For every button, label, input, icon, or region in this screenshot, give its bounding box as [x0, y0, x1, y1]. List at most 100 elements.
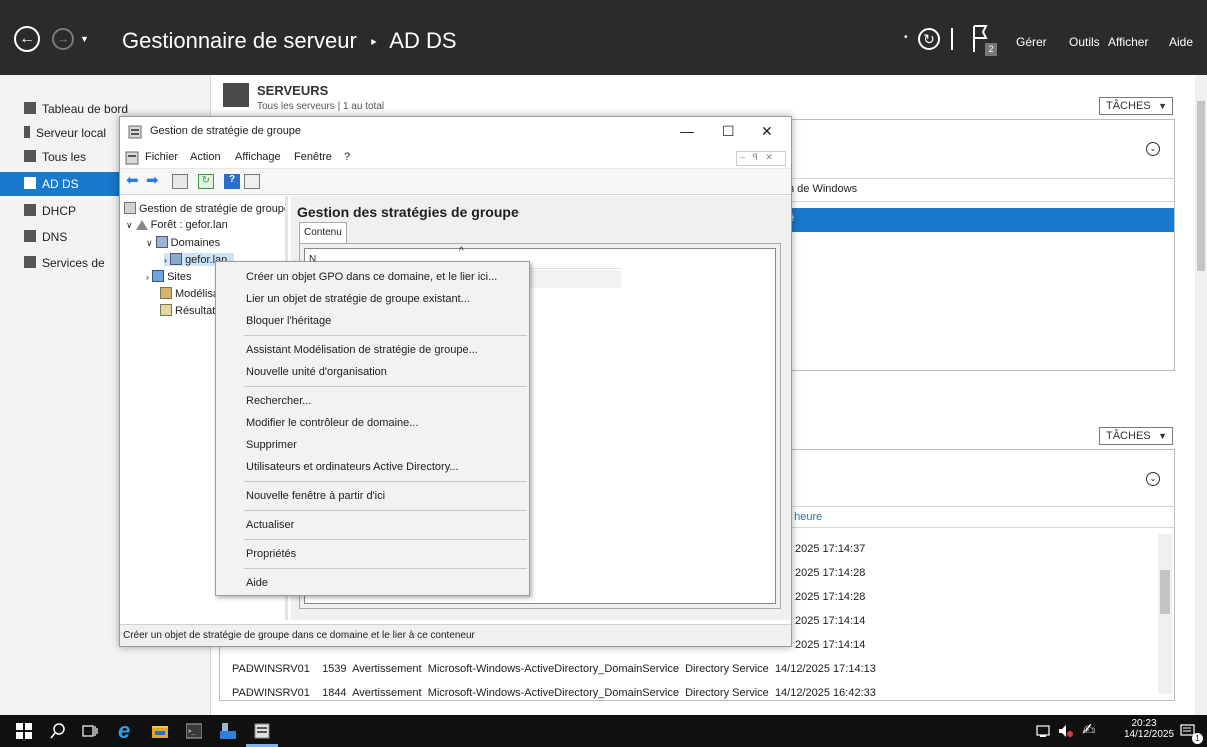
close-icon[interactable]: ✕: [761, 123, 773, 140]
menu-separator: [244, 510, 527, 511]
help-icon[interactable]: ?: [224, 174, 240, 189]
expand-icon[interactable]: ⌄: [1146, 142, 1160, 156]
menu-item-delete[interactable]: Supprimer: [246, 439, 297, 451]
gpmc-taskbar-icon[interactable]: [254, 723, 270, 739]
tree-node-label: Domaines: [170, 237, 221, 249]
scrollbar-thumb[interactable]: [1160, 570, 1170, 614]
tree-node-forest[interactable]: ∨ Forêt : gefor.lan: [126, 219, 228, 231]
tree-node-results[interactable]: Résultats de stratégie de groupe: [160, 304, 220, 317]
event-level: Avertissement: [352, 663, 422, 675]
refresh-icon[interactable]: ↻: [198, 174, 214, 189]
menu-item-refresh[interactable]: Actualiser: [246, 519, 294, 531]
menu-item-new-ou[interactable]: Nouvelle unité d'organisation: [246, 366, 387, 378]
windows-start-icon[interactable]: [16, 723, 32, 739]
menu-affichage[interactable]: Affichage: [235, 151, 281, 163]
table-row[interactable]: PADWINSRV01 1844 Avertissement Microsoft…: [232, 687, 876, 699]
menu-separator: [244, 386, 527, 387]
menu-afficher[interactable]: Afficher: [1108, 35, 1148, 49]
menu-gerer[interactable]: Gérer: [1016, 35, 1047, 49]
maximize-icon[interactable]: ☐: [722, 123, 735, 140]
nav-item-label: DHCP: [42, 204, 77, 218]
menu-separator: [244, 568, 527, 569]
nav-item-all-servers[interactable]: Tous les serveurs: [24, 145, 120, 169]
menu-item-properties[interactable]: Propriétés: [246, 548, 296, 560]
nav-item-label: Tableau de bord: [42, 102, 129, 116]
network-icon[interactable]: [1036, 723, 1052, 739]
file-explorer-icon[interactable]: [152, 723, 168, 739]
minimize-icon[interactable]: —: [680, 123, 694, 139]
servers-section-title: SERVEURS: [257, 83, 329, 98]
menu-separator: [244, 335, 527, 336]
modeling-icon: [160, 287, 172, 299]
menu-item-create-gpo-link[interactable]: Créer un objet GPO dans ce domaine, et l…: [246, 271, 497, 283]
internet-explorer-icon[interactable]: e: [118, 718, 134, 743]
results-icon: [160, 304, 172, 316]
pen-icon[interactable]: ✍: [1082, 720, 1095, 740]
servers-tasks-dropdown[interactable]: TÂCHES ▼: [1099, 97, 1173, 115]
chevron-down-icon: ▼: [1158, 101, 1167, 111]
server-manager-taskbar-icon[interactable]: [220, 723, 236, 739]
events-tasks-dropdown[interactable]: TÂCHES ▼: [1099, 427, 1173, 445]
column-header-fragment[interactable]: t heure: [788, 511, 822, 523]
event-time: 2025 17:14:28: [795, 591, 866, 603]
menu-item-link-existing-gpo[interactable]: Lier un objet de stratégie de groupe exi…: [246, 293, 470, 305]
domains-icon: [155, 236, 168, 248]
notification-badge: 1: [1192, 733, 1203, 744]
notification-count-badge: 2: [985, 43, 997, 56]
tree-node-label: Résultats de stratégie de groupe: [175, 305, 220, 317]
forward-arrow-icon[interactable]: ➡: [146, 173, 162, 189]
refresh-icon[interactable]: ↻: [918, 28, 940, 50]
nav-item-file-services[interactable]: Services de fichiers et de stockage: [24, 251, 119, 275]
gpmc-toolbar: ⬅ ➡ ↻ ?: [120, 169, 791, 195]
tree-node-sites[interactable]: › Sites: [146, 270, 192, 283]
powershell-icon[interactable]: >_: [186, 723, 202, 739]
menu-outils[interactable]: Outils: [1069, 35, 1100, 49]
forest-icon: [135, 220, 148, 230]
chevron-down-icon: ▼: [1158, 431, 1167, 441]
menu-item-help[interactable]: Aide: [246, 577, 268, 589]
gpmc-icon: [124, 202, 136, 214]
menu-fichier[interactable]: Fichier: [145, 151, 178, 163]
tasks-label: TÂCHES: [1106, 430, 1151, 442]
scrollbar-thumb[interactable]: [1197, 101, 1205, 271]
nav-item-label: Serveur local: [36, 126, 107, 140]
expand-icon[interactable]: ⌄: [1146, 472, 1160, 486]
clock-date: 14/12/2025: [1124, 729, 1175, 740]
server-manager-titlebar: ← → ▼ Gestionnaire de serveur ‣ AD DS • …: [0, 0, 1207, 75]
volume-muted-icon[interactable]: [1058, 723, 1074, 739]
menu-aide[interactable]: Aide: [1169, 35, 1193, 49]
gpmc-titlebar: Gestion de stratégie de groupe — ☐ ✕: [120, 117, 791, 147]
menu-fenetre[interactable]: Fenêtre: [294, 151, 332, 163]
menu-item-block-inheritance[interactable]: Bloquer l'héritage: [246, 315, 331, 327]
main-scrollbar[interactable]: [1195, 75, 1207, 715]
history-dropdown-icon[interactable]: ▼: [80, 34, 89, 44]
dashboard-icon: [24, 102, 36, 114]
properties-icon[interactable]: [244, 174, 260, 189]
show-tree-icon[interactable]: [172, 174, 188, 189]
menu-item-change-dc[interactable]: Modifier le contrôleur de domaine...: [246, 417, 418, 429]
menu-item-aduc[interactable]: Utilisateurs et ordinateurs Active Direc…: [246, 461, 459, 473]
table-row[interactable]: PADWINSRV01 1539 Avertissement Microsoft…: [232, 663, 876, 675]
tree-node-domains[interactable]: ∨ Domaines: [146, 236, 220, 249]
forward-button[interactable]: →: [52, 28, 74, 50]
menu-item-new-window[interactable]: Nouvelle fenêtre à partir d'ici: [246, 490, 385, 502]
back-arrow-icon[interactable]: ⬅: [126, 173, 142, 189]
menu-item-modeling-wizard[interactable]: Assistant Modélisation de stratégie de g…: [246, 344, 478, 356]
mdi-controls[interactable]: – ꟼ ✕: [736, 151, 786, 166]
event-log: Directory Service: [685, 663, 769, 675]
refresh-dropdown-icon[interactable]: •: [904, 32, 908, 43]
events-scrollbar[interactable]: [1158, 534, 1172, 694]
tree-node-modeling[interactable]: Modélisation de stratégie de groupe: [160, 287, 220, 300]
breadcrumb-separator: ‣: [368, 35, 379, 52]
menu-item-search[interactable]: Rechercher...: [246, 395, 311, 407]
task-view-icon[interactable]: [82, 723, 98, 739]
back-button[interactable]: ←: [14, 26, 40, 52]
search-icon[interactable]: [50, 723, 66, 739]
status-text: Créer un objet de stratégie de groupe da…: [123, 630, 475, 641]
menu-action[interactable]: Action: [190, 151, 221, 163]
clock[interactable]: 20:23 14/12/2025: [1124, 718, 1175, 740]
tab-contenu[interactable]: Contenu: [299, 222, 347, 243]
tree-node-root[interactable]: Gestion de stratégie de groupe: [124, 202, 285, 215]
gpmc-app-icon: [128, 125, 142, 139]
menu-help[interactable]: ?: [344, 151, 350, 163]
